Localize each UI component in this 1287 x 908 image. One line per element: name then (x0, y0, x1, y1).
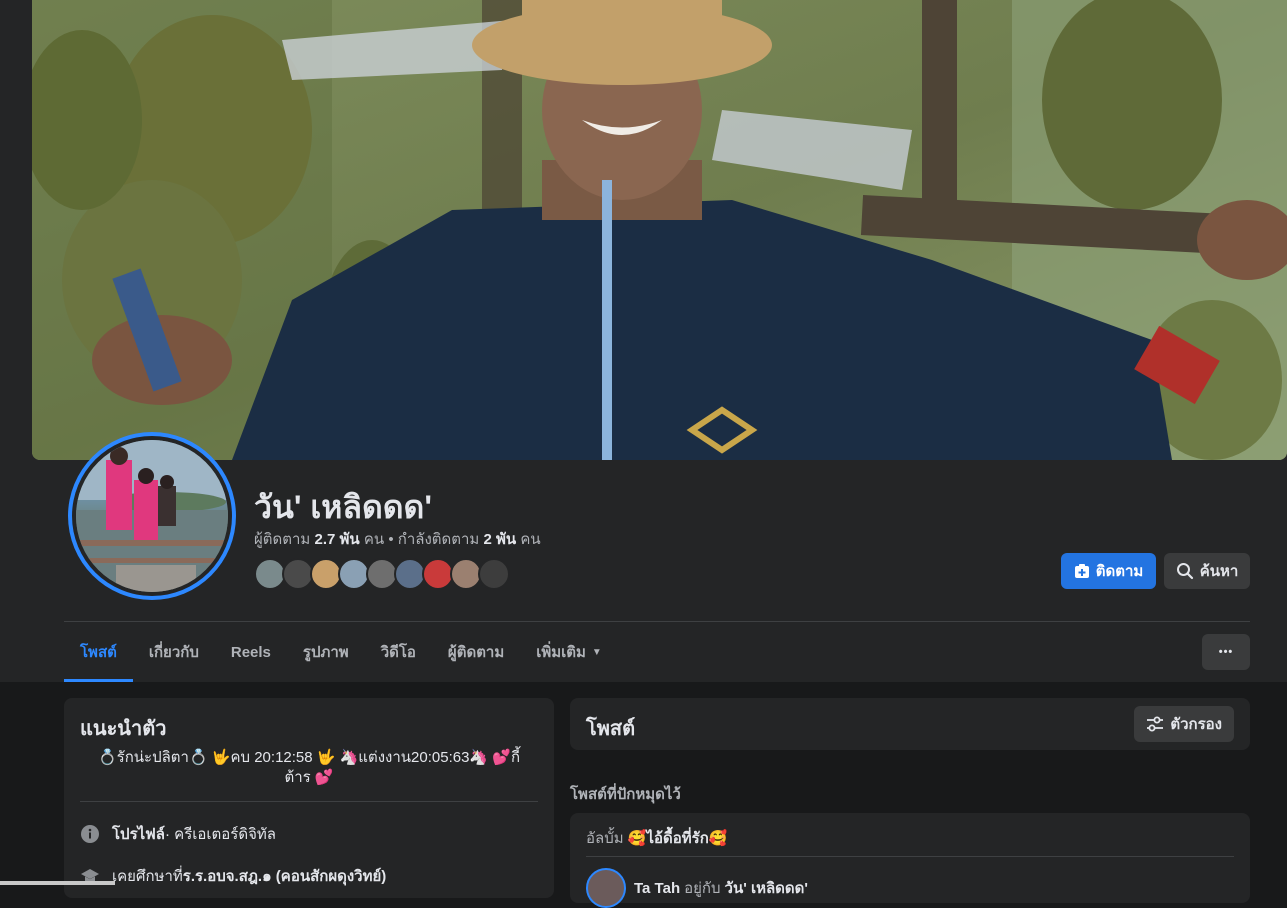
followers-label: ผู้ติดตาม (254, 531, 311, 548)
album-title[interactable]: อัลบั้ม 🥰ไอ้ดื้อที่รัก🥰 (586, 826, 727, 850)
profile-tabs: โพสต์ เกี่ยวกับ Reels รูปภาพ วิดีโอ ผู้ต… (64, 622, 618, 682)
search-icon (1176, 562, 1194, 580)
poster-avatar[interactable] (586, 868, 626, 908)
education-prefix: เคยศึกษาที่ (112, 868, 183, 885)
tab-label: เพิ่มเติม (536, 644, 586, 661)
intro-title: แนะนำตัว (80, 718, 167, 740)
search-button[interactable]: ค้นหา (1164, 553, 1250, 589)
horizontal-scrollbar[interactable] (0, 881, 115, 885)
album-prefix: อัลบั้ม (586, 830, 628, 847)
intro-bio: 💍รักน่ะปลิตา💍 🤟คบ 20:12:58 🤟 🦄แต่งงาน20:… (97, 749, 521, 786)
tab-label: ผู้ติดตาม (447, 644, 505, 661)
profile-type-label: โปรไฟล์ (112, 826, 165, 843)
posts-header-card: โพสต์ ตัวกรอง (570, 698, 1250, 750)
follow-button[interactable]: ติดตาม (1061, 553, 1156, 589)
intro-card: แนะนำตัว 💍รักน่ะปลิตา💍 🤟คบ 20:12:58 🤟 🦄แ… (64, 698, 554, 898)
followers-unit: คน (363, 531, 385, 548)
follow-label: ติดตาม (1095, 563, 1144, 580)
pinned-posts-label: โพสต์ที่ปักหมุดไว้ (570, 786, 681, 803)
following-unit: คน (520, 531, 541, 548)
more-options-button[interactable]: ••• (1202, 634, 1250, 670)
following-label: กำลังติดตาม (397, 531, 480, 548)
posts-title: โพสต์ (586, 718, 636, 740)
search-label: ค้นหา (1199, 563, 1239, 580)
tab-followers[interactable]: ผู้ติดตาม (432, 622, 520, 682)
filter-label: ตัวกรอง (1170, 716, 1222, 733)
education-school[interactable]: ร.ร.อบจ.สฎ.๑ (คอนสักผดุงวิทย์) (183, 864, 387, 888)
info-icon (80, 824, 100, 844)
tab-videos[interactable]: วิดีโอ (365, 622, 432, 682)
following-count[interactable]: 2 พัน (483, 531, 516, 548)
poster-name[interactable]: Ta Tah (634, 880, 680, 897)
filter-icon (1146, 716, 1164, 732)
follower-avatar[interactable] (478, 558, 510, 590)
tab-posts[interactable]: โพสต์ (64, 622, 133, 682)
post-author-row: Ta Tah อยู่กับ วัน' เหลิดดด' (586, 868, 808, 908)
tab-reels[interactable]: Reels (215, 622, 287, 682)
intro-education-row: เคยศึกษาที่ ร.ร.อบจ.สฎ.๑ (คอนสักผดุงวิทย… (80, 864, 386, 888)
tab-label: รูปภาพ (302, 644, 349, 661)
filter-button[interactable]: ตัวกรอง (1134, 706, 1234, 742)
follower-stats: ผู้ติดตาม 2.7 พัน คน • กำลังติดตาม 2 พัน… (254, 527, 541, 551)
tab-label: โพสต์ (80, 644, 117, 661)
tab-about[interactable]: เกี่ยวกับ (133, 622, 215, 682)
poster-with: อยู่กับ (684, 880, 721, 897)
profile-category: · ครีเอเตอร์ดิจิทัล (165, 826, 276, 843)
more-icon: ••• (1218, 646, 1234, 658)
album-divider (586, 856, 1234, 857)
stats-separator: • (388, 531, 394, 548)
followers-count[interactable]: 2.7 พัน (315, 531, 360, 548)
cover-photo[interactable] (32, 0, 1287, 460)
album-name[interactable]: 🥰ไอ้ดื้อที่รัก🥰 (628, 830, 728, 847)
intro-divider (80, 801, 538, 802)
intro-profile-row: โปรไฟล์ · ครีเอเตอร์ดิจิทัล (80, 822, 276, 846)
tab-more[interactable]: เพิ่มเติม ▼ (520, 622, 618, 682)
follow-icon (1074, 563, 1090, 579)
profile-picture[interactable] (68, 432, 236, 600)
tab-label: วิดีโอ (380, 644, 416, 661)
profile-photo-image (76, 440, 228, 592)
tab-photos[interactable]: รูปภาพ (287, 622, 365, 682)
caret-down-icon: ▼ (591, 646, 602, 658)
profile-name: วัน' เหลิดดด' (254, 489, 432, 525)
follower-avatars (254, 558, 510, 590)
pinned-post-card: อัลบั้ม 🥰ไอ้ดื้อที่รัก🥰 Ta Tah อยู่กับ ว… (570, 813, 1250, 908)
tab-label: Reels (230, 643, 271, 661)
poster-tagged[interactable]: วัน' เหลิดดด' (725, 876, 808, 900)
tab-label: เกี่ยวกับ (148, 644, 199, 661)
